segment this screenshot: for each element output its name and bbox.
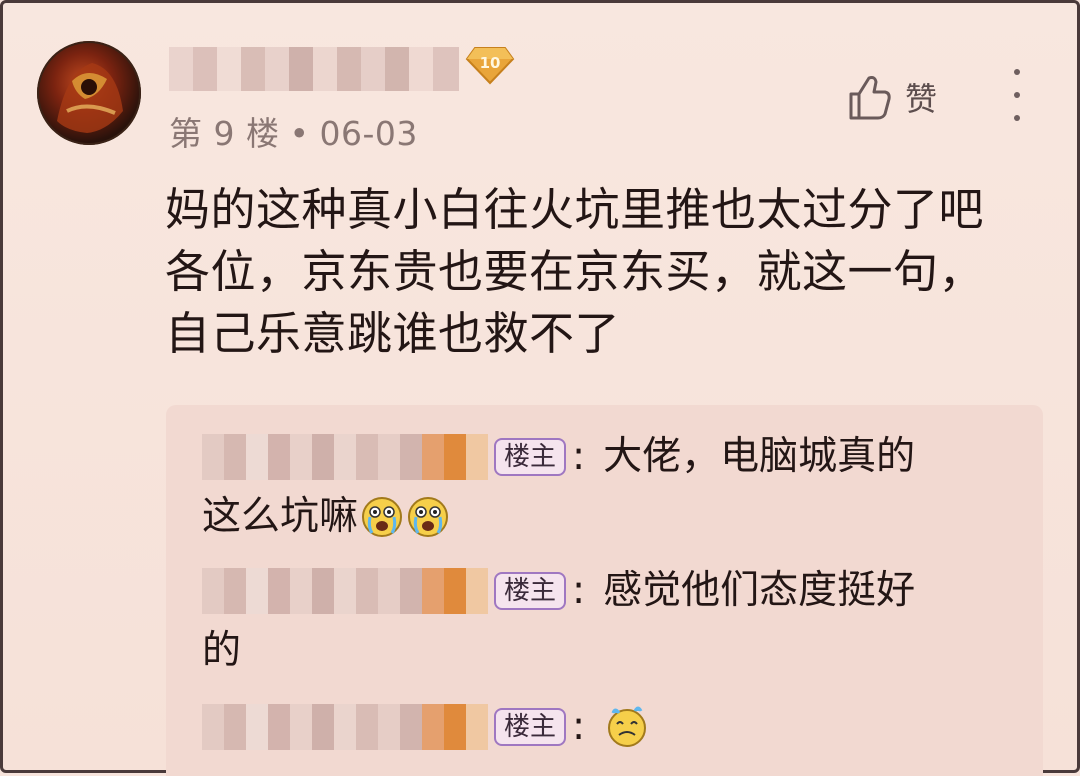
reply-item[interactable]: 楼主 : 大佬，电脑城真的 这么坑嘛 [202, 427, 1022, 547]
reply-username-pixelated[interactable] [202, 433, 488, 481]
crying-face-icon [406, 495, 450, 539]
thumbs-up-icon [849, 76, 891, 120]
post-date: 06-03 [319, 114, 418, 153]
post-body: 妈的这种真小白往火坑里推也太过分了吧 各位，京东贵也要在京东买，就这一句， 自己… [165, 179, 1045, 365]
post-body-line: 各位，京东贵也要在京东买，就这一句， [165, 245, 985, 298]
level-badge: 10 [465, 45, 515, 85]
colon: : [572, 704, 586, 749]
reply-username-pixelated[interactable] [202, 567, 488, 615]
colon: : [572, 568, 586, 613]
replies-panel: 楼主 : 大佬，电脑城真的 这么坑嘛 楼主: 感觉他们态度挺好 的 楼主: [166, 405, 1043, 776]
avatar-image [57, 63, 123, 133]
like-label: 赞 [905, 80, 938, 118]
crying-face-icon [360, 495, 404, 539]
reply-item[interactable]: 楼主 : 感觉他们态度挺好 的 [202, 561, 1022, 681]
reply-item[interactable]: 楼主 : [202, 697, 1022, 757]
sweating-face-icon [605, 705, 649, 749]
username-pixelated[interactable] [169, 47, 459, 91]
level-value: 10 [479, 54, 501, 72]
screenshot-frame: 10 第 9 楼 • 06-03 赞 妈的这种真小白往火坑里推也太过分了吧 各位，京… [0, 0, 1080, 776]
op-badge: 楼主 [494, 572, 567, 610]
more-options-icon[interactable] [1003, 69, 1031, 121]
reply-text-line: 感觉他们态度挺好 [603, 568, 916, 613]
post-body-line: 妈的这种真小白往火坑里推也太过分了吧 [165, 183, 985, 236]
op-badge: 楼主 [494, 708, 567, 746]
separator-dot: • [289, 114, 310, 153]
op-badge: 楼主 [494, 438, 567, 476]
post-body-line: 自己乐意跳谁也救不了 [165, 307, 621, 360]
floor-label: 第 9 楼 [169, 114, 280, 153]
like-button[interactable]: 赞 [845, 69, 937, 125]
post-meta: 第 9 楼 • 06-03 [169, 107, 418, 155]
avatar[interactable] [37, 41, 141, 145]
reply-username-pixelated[interactable] [202, 703, 488, 751]
reply-text-line: 的 [202, 628, 242, 673]
colon: : [572, 434, 586, 479]
reply-text-line: 大佬，电脑城真的 [603, 434, 916, 479]
reply-text-line: 这么坑嘛 [202, 494, 359, 539]
